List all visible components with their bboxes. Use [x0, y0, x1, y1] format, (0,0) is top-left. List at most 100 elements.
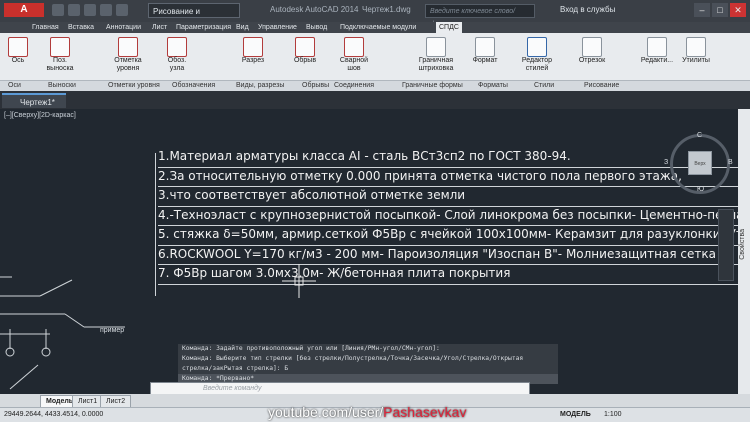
undo-icon[interactable]: [100, 4, 112, 16]
leader-sublabel: выноска: [46, 65, 74, 72]
panel-styles[interactable]: Стили: [534, 81, 554, 91]
tab-plugins[interactable]: Подключаемые модули: [340, 22, 416, 33]
line-icon: [582, 37, 602, 57]
line-button[interactable]: Отрезок: [574, 37, 610, 65]
panel-leaders[interactable]: Выноски: [48, 81, 76, 91]
weld-button[interactable]: Сварной шов: [338, 37, 370, 73]
format-button[interactable]: Формат: [470, 37, 500, 65]
model-space-toggle[interactable]: МОДЕЛЬ: [560, 408, 591, 422]
tab-home[interactable]: Главная: [32, 22, 59, 33]
hatch-sublabel: штриховка: [418, 65, 454, 72]
edit-label: Редакти...: [640, 57, 674, 64]
tab-spds[interactable]: СПДС: [436, 22, 462, 33]
navigation-bar[interactable]: [718, 209, 734, 281]
tab-output[interactable]: Вывод: [306, 22, 327, 33]
leader-label: Поз.: [53, 57, 67, 64]
command-history-line: Команда: Задайте противоположный угол ил…: [182, 345, 440, 352]
file-tabs: Чертеж1*: [0, 91, 750, 110]
close-button[interactable]: ✕: [730, 3, 746, 17]
break-icon: [295, 37, 315, 57]
node-mark-icon: [167, 37, 187, 57]
node-mark-label: Обоз.: [167, 57, 187, 64]
boundary-hatch-button[interactable]: Граничная штриховка: [410, 37, 462, 73]
tab-annotate[interactable]: Аннотации: [106, 22, 141, 33]
style-editor-sublabel: стилей: [525, 65, 549, 72]
weld-icon: [344, 37, 364, 57]
command-history-line: Команда: Выберите тип стрелки [без стрел…: [182, 355, 524, 362]
viewcube-top-face[interactable]: Верх: [688, 151, 712, 175]
panel-drawing[interactable]: Рисование: [584, 81, 619, 91]
break-label: Обрыв: [293, 57, 317, 64]
command-history-line: стрелка/закРытая стрелка]: Б: [182, 365, 289, 372]
style-editor-button[interactable]: Редактор стилей: [518, 37, 556, 73]
new-file-icon[interactable]: [52, 4, 64, 16]
tab-view[interactable]: Вид: [236, 22, 249, 33]
open-file-icon[interactable]: [68, 4, 80, 16]
compass-north[interactable]: С: [697, 132, 702, 139]
tab-sheet2[interactable]: Лист2: [100, 395, 132, 407]
properties-palette-strip[interactable]: Свойства: [738, 109, 750, 394]
level-mark-icon: [118, 37, 138, 57]
tab-manage[interactable]: Управление: [258, 22, 297, 33]
signin-link[interactable]: Вход в службы: [560, 5, 615, 14]
axis-button[interactable]: Ось: [4, 37, 32, 65]
tab-layout[interactable]: Лист: [152, 22, 167, 33]
leader-icon: [50, 37, 70, 57]
level-mark-button[interactable]: Отметка уровня: [108, 37, 148, 73]
style-editor-icon: [527, 37, 547, 57]
hatch-label: Граничная: [418, 57, 454, 64]
coordinates-readout: 29449.2644, 4433.4514, 0.0000: [4, 411, 104, 418]
file-title: Чертеж1.dwg: [362, 5, 411, 14]
compass-south[interactable]: Ю: [697, 186, 704, 193]
ribbon-tabs: Главная Вставка Аннотации Лист Параметри…: [0, 22, 750, 33]
edit-button[interactable]: Редакти...: [640, 37, 674, 65]
search-input[interactable]: Введите ключевое слово/фразу: [425, 4, 535, 28]
save-icon[interactable]: [84, 4, 96, 16]
panel-symbols[interactable]: Обозначения: [172, 81, 215, 91]
leader-button[interactable]: Поз. выноска: [42, 37, 78, 73]
panel-formats[interactable]: Форматы: [478, 81, 508, 91]
file-tab[interactable]: Чертеж1*: [2, 93, 66, 108]
compass-west[interactable]: З: [664, 159, 668, 166]
calculator-icon: [686, 37, 706, 57]
panel-joints[interactable]: Соединения: [334, 81, 374, 91]
panel-breaks[interactable]: Обрывы: [302, 81, 329, 91]
weld-sublabel: шов: [347, 65, 361, 72]
annotation-label: пример: [100, 327, 125, 334]
utilities-label: Утилиты: [682, 57, 710, 64]
break-button[interactable]: Обрыв: [290, 37, 320, 65]
title-bar: A Рисование и аннотации Autodesk AutoCAD…: [0, 0, 750, 31]
panel-views[interactable]: Виды, разрезы: [236, 81, 284, 91]
tab-sheet1[interactable]: Лист1: [72, 395, 104, 407]
properties-strip-label: Свойства: [739, 229, 746, 260]
panel-axes[interactable]: Оси: [8, 81, 21, 91]
watermark-channel: Pashasevkav: [383, 404, 467, 420]
style-editor-label: Редактор: [521, 57, 553, 64]
minimize-button[interactable]: –: [694, 3, 710, 17]
ribbon-panel-titles: Оси Выноски Отметки уровня Обозначения В…: [0, 80, 750, 91]
command-input[interactable]: Введите команду: [150, 382, 530, 394]
edit-icon: [647, 37, 667, 57]
workspace-select[interactable]: Рисование и аннотации: [148, 3, 240, 31]
utilities-button[interactable]: Утилиты: [680, 37, 712, 65]
node-mark-button[interactable]: Обоз. узла: [162, 37, 192, 73]
compass-east[interactable]: В: [728, 159, 733, 166]
viewcube[interactable]: Верх С Ю З В: [664, 132, 734, 198]
redo-icon[interactable]: [116, 4, 128, 16]
section-label: Разрез: [241, 57, 265, 64]
quick-access-toolbar: [52, 4, 128, 18]
format-label: Формат: [472, 57, 498, 64]
section-button[interactable]: Разрез: [238, 37, 268, 65]
app-menu-button[interactable]: A: [4, 3, 44, 17]
tab-parametric[interactable]: Параметризация: [176, 22, 231, 33]
command-history: Команда: Задайте противоположный угол ил…: [178, 344, 558, 384]
drawing-canvas[interactable]: [–][Сверху][2D-каркас] 1.Материал армату…: [0, 109, 738, 394]
annotation-scale[interactable]: 1:100: [604, 408, 622, 422]
tab-insert[interactable]: Вставка: [68, 22, 94, 33]
panel-levels[interactable]: Отметки уровня: [108, 81, 160, 91]
maximize-button[interactable]: □: [712, 3, 728, 17]
app-title: Autodesk AutoCAD 2014: [270, 5, 359, 14]
hatch-icon: [426, 37, 446, 57]
panel-boundary[interactable]: Граничные формы: [402, 81, 463, 91]
section-icon: [243, 37, 263, 57]
